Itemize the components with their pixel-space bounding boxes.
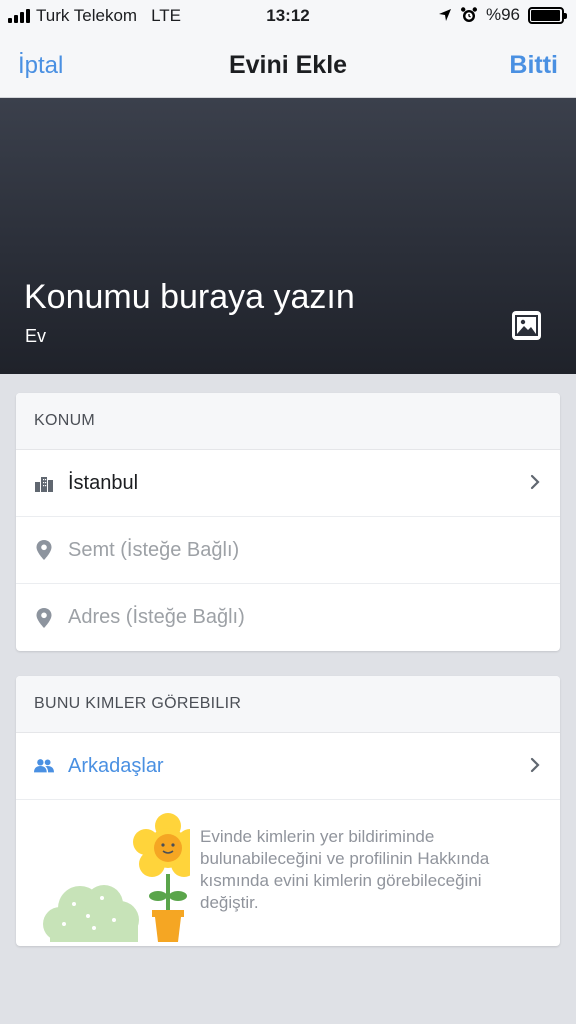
audience-value: Arkadaşlar bbox=[68, 754, 164, 777]
district-field[interactable]: Semt (İsteğe Bağlı) bbox=[16, 517, 560, 584]
chevron-right-icon bbox=[530, 474, 540, 490]
battery-percent: %96 bbox=[485, 5, 520, 24]
done-button[interactable]: Bitti bbox=[509, 51, 558, 80]
privacy-header: BUNU KIMLER GÖREBILIR bbox=[16, 676, 560, 733]
location-title-input[interactable]: Konumu buraya yazın bbox=[24, 278, 355, 317]
map-pin-icon bbox=[34, 540, 54, 560]
location-header: KONUM bbox=[16, 393, 560, 450]
city-icon bbox=[34, 473, 54, 493]
status-bar: Turk Telekom LTE 13:12 %96 bbox=[0, 0, 576, 32]
battery-icon bbox=[528, 6, 567, 24]
navigation-bar: İptal Evini Ekle Bitti bbox=[0, 32, 576, 98]
alarm-icon bbox=[460, 7, 477, 22]
address-placeholder: Adres (İsteğe Bağlı) bbox=[68, 606, 245, 628]
city-row[interactable]: İstanbul bbox=[16, 450, 560, 517]
photo-icon[interactable] bbox=[512, 311, 541, 340]
hero-cover: Konumu buraya yazın Ev bbox=[0, 98, 576, 374]
city-value: İstanbul bbox=[68, 471, 139, 494]
privacy-info: Evinde kimlerin yer bildiriminde bulunab… bbox=[16, 800, 560, 946]
address-field[interactable]: Adres (İsteğe Bağlı) bbox=[16, 584, 560, 651]
friends-icon bbox=[34, 756, 54, 776]
privacy-info-text: Evinde kimlerin yer bildiriminde bulunab… bbox=[200, 827, 490, 912]
location-arrow-icon bbox=[438, 9, 451, 21]
flower-illustration bbox=[43, 813, 190, 942]
privacy-card: BUNU KIMLER GÖREBILIR Arkadaşlar Evinde … bbox=[16, 676, 560, 946]
district-placeholder: Semt (İsteğe Bağlı) bbox=[68, 538, 240, 561]
status-right: %96 bbox=[438, 5, 567, 25]
map-pin-icon bbox=[34, 607, 54, 628]
place-type-label: Ev bbox=[25, 326, 47, 346]
audience-row[interactable]: Arkadaşlar bbox=[16, 733, 560, 800]
chevron-right-icon bbox=[530, 757, 540, 773]
page-title: Evini Ekle bbox=[228, 51, 348, 79]
location-card: KONUM İstanbul Semt (İsteğe Bağlı) Adres… bbox=[16, 393, 560, 651]
